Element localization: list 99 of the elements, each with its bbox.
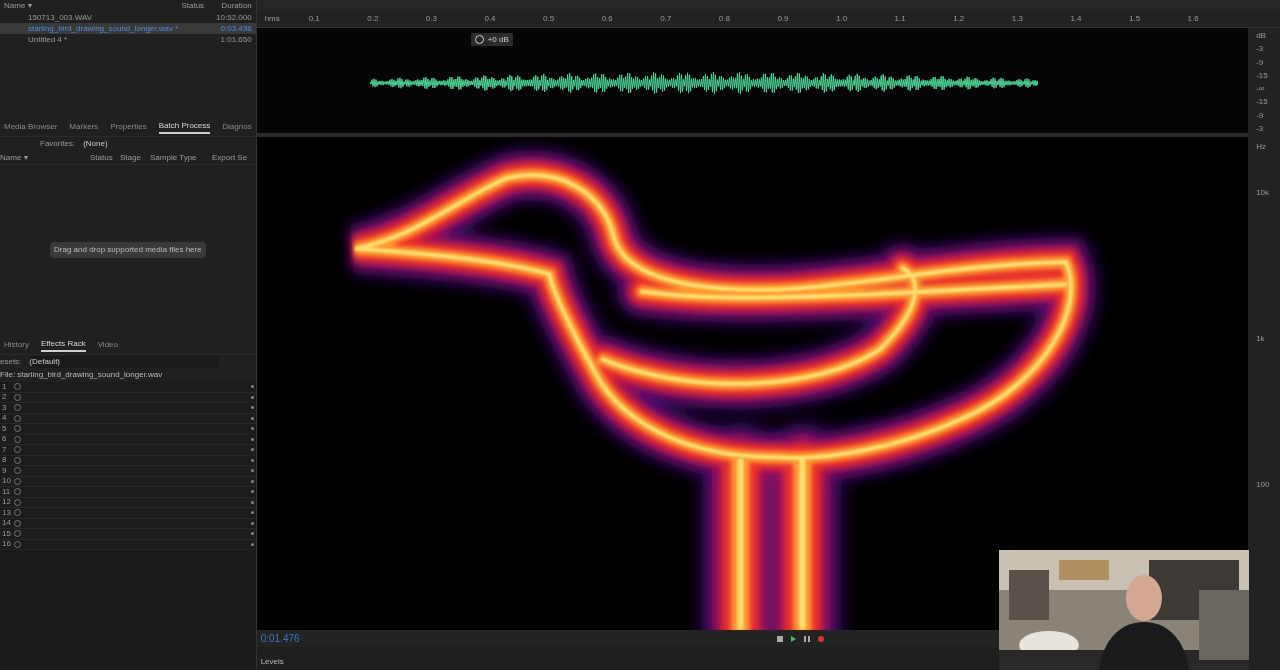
- file-row[interactable]: Untitled 4 * 1:01.650: [0, 34, 256, 45]
- ruler-unit: hms: [263, 12, 281, 25]
- scale-label: -3: [1256, 124, 1265, 133]
- rack-slot[interactable]: 11: [0, 487, 256, 498]
- ruler-label: 1.3: [1011, 12, 1024, 25]
- pause-icon[interactable]: [804, 635, 811, 642]
- slot-number: 8: [2, 456, 8, 465]
- slot-number: 9: [2, 466, 8, 475]
- scale-label: -9: [1256, 58, 1265, 67]
- rack-slot[interactable]: 9: [0, 466, 256, 477]
- column-header: Status: [90, 151, 114, 164]
- rack-slot[interactable]: 8: [0, 455, 256, 466]
- file-duration: 10:52.000: [216, 11, 252, 24]
- scale-label: -15: [1256, 71, 1269, 80]
- file-row[interactable]: 150713_003.WAV 10:52.000: [0, 12, 256, 23]
- file-duration: 1:01.650: [220, 33, 252, 46]
- ruler-label: 1.4: [1070, 12, 1083, 25]
- panel-tab[interactable]: History: [4, 338, 29, 351]
- file-name: starling_bird_drawing_sound_longer.wav *: [27, 22, 180, 35]
- rack-slot[interactable]: 6: [0, 434, 256, 445]
- slot-number: 3: [2, 403, 8, 412]
- levels-panel-title: Levels: [260, 657, 284, 666]
- ruler-label: 1.6: [1187, 12, 1200, 25]
- ruler-label: 0.2: [367, 12, 380, 25]
- slot-number: 14: [2, 519, 12, 528]
- ruler-label: 1.0: [836, 12, 849, 25]
- file-row[interactable]: starling_bird_drawing_sound_longer.wav * 0:03.436: [0, 23, 256, 34]
- ruler-label: 1.1: [894, 12, 907, 25]
- file-duration: 0:03.436: [220, 22, 252, 35]
- scale-label: 1k: [1256, 335, 1266, 343]
- panel-tab[interactable]: Media Browser: [4, 120, 58, 133]
- ruler-label: 0.6: [601, 12, 614, 25]
- presets-label: esets:: [0, 356, 22, 368]
- rack-slot[interactable]: 15: [0, 529, 256, 540]
- column-header: Export Se: [212, 151, 249, 164]
- scale-label: -9: [1256, 111, 1265, 120]
- favorites-dropdown[interactable]: (None): [83, 138, 216, 150]
- slot-number: 13: [2, 508, 12, 517]
- slot-number: 6: [2, 435, 8, 444]
- rack-slot[interactable]: 3: [0, 403, 256, 414]
- slot-number: 12: [2, 498, 12, 507]
- rack-slot[interactable]: 12: [0, 497, 256, 508]
- ruler-label: 0.1: [308, 12, 321, 25]
- ruler-label: 0.3: [425, 12, 438, 25]
- panel-tab[interactable]: Batch Process: [158, 119, 211, 134]
- rack-slot[interactable]: 4: [0, 413, 256, 424]
- slot-number: 15: [2, 529, 12, 538]
- ruler-label: 0.5: [543, 12, 556, 25]
- column-header: Status: [181, 0, 206, 12]
- rack-slot[interactable]: 10: [0, 476, 256, 487]
- drop-hint: Drag and drop supported media files here: [50, 242, 206, 258]
- column-header: Name ▾: [0, 151, 29, 164]
- column-header: Stage: [120, 151, 142, 164]
- scale-label: 100: [1256, 481, 1271, 489]
- record-icon[interactable]: [818, 635, 825, 642]
- scale-label: 10k: [1256, 189, 1271, 197]
- column-header: Name ▾: [4, 0, 33, 12]
- column-header: Sample Type: [150, 151, 198, 164]
- scale-label: -3: [1256, 45, 1265, 54]
- ruler-label: 1.2: [953, 12, 966, 25]
- slot-number: 11: [2, 487, 12, 496]
- ruler-label: 0.7: [660, 12, 673, 25]
- panel-tab[interactable]: Effects Rack: [40, 337, 86, 352]
- slot-number: 5: [2, 424, 8, 433]
- ruler-label: 0.8: [718, 12, 731, 25]
- slot-number: 4: [2, 414, 8, 423]
- slot-number: 7: [2, 445, 8, 454]
- scale-label: -15: [1256, 98, 1269, 107]
- presets-dropdown[interactable]: (Default): [29, 356, 220, 368]
- file-name: Untitled 4 *: [27, 33, 69, 46]
- file-name: 150713_003.WAV: [27, 11, 94, 24]
- file-label: File: starling_bird_drawing_sound_longer.wav: [0, 369, 164, 381]
- favorites-label: Favorites:: [40, 138, 76, 150]
- column-header: Duration: [221, 0, 252, 12]
- panel-tab[interactable]: Markers: [69, 120, 99, 133]
- volume-control[interactable]: +0 dB: [470, 33, 513, 46]
- panel-tab[interactable]: Properties: [110, 120, 147, 133]
- slot-number: 1: [2, 382, 8, 391]
- slot-number: 2: [2, 393, 8, 402]
- panel-tab[interactable]: Video: [97, 338, 118, 351]
- rack-slot[interactable]: 7: [0, 445, 256, 456]
- ruler-label: 0.4: [484, 12, 497, 25]
- ruler-label: 1.5: [1128, 12, 1142, 25]
- slot-number: 10: [2, 477, 12, 486]
- rack-slot[interactable]: 13: [0, 508, 256, 519]
- panel-tab[interactable]: Diagnos: [222, 120, 252, 133]
- rack-slot[interactable]: 2: [0, 392, 256, 403]
- ruler-label: 0.9: [777, 12, 790, 25]
- stop-icon[interactable]: [777, 635, 784, 642]
- rack-slot[interactable]: 14: [0, 518, 256, 529]
- scale-unit: dB: [1256, 32, 1267, 40]
- slot-number: 16: [2, 540, 12, 549]
- rack-slot[interactable]: 1: [0, 382, 256, 393]
- time-display: 0:01.476: [260, 632, 300, 646]
- rack-slot[interactable]: 16: [0, 539, 256, 550]
- scale-unit: Hz: [1256, 143, 1267, 151]
- scale-label: -∞: [1256, 85, 1266, 94]
- play-icon[interactable]: [791, 635, 797, 642]
- rack-slot[interactable]: 5: [0, 424, 256, 435]
